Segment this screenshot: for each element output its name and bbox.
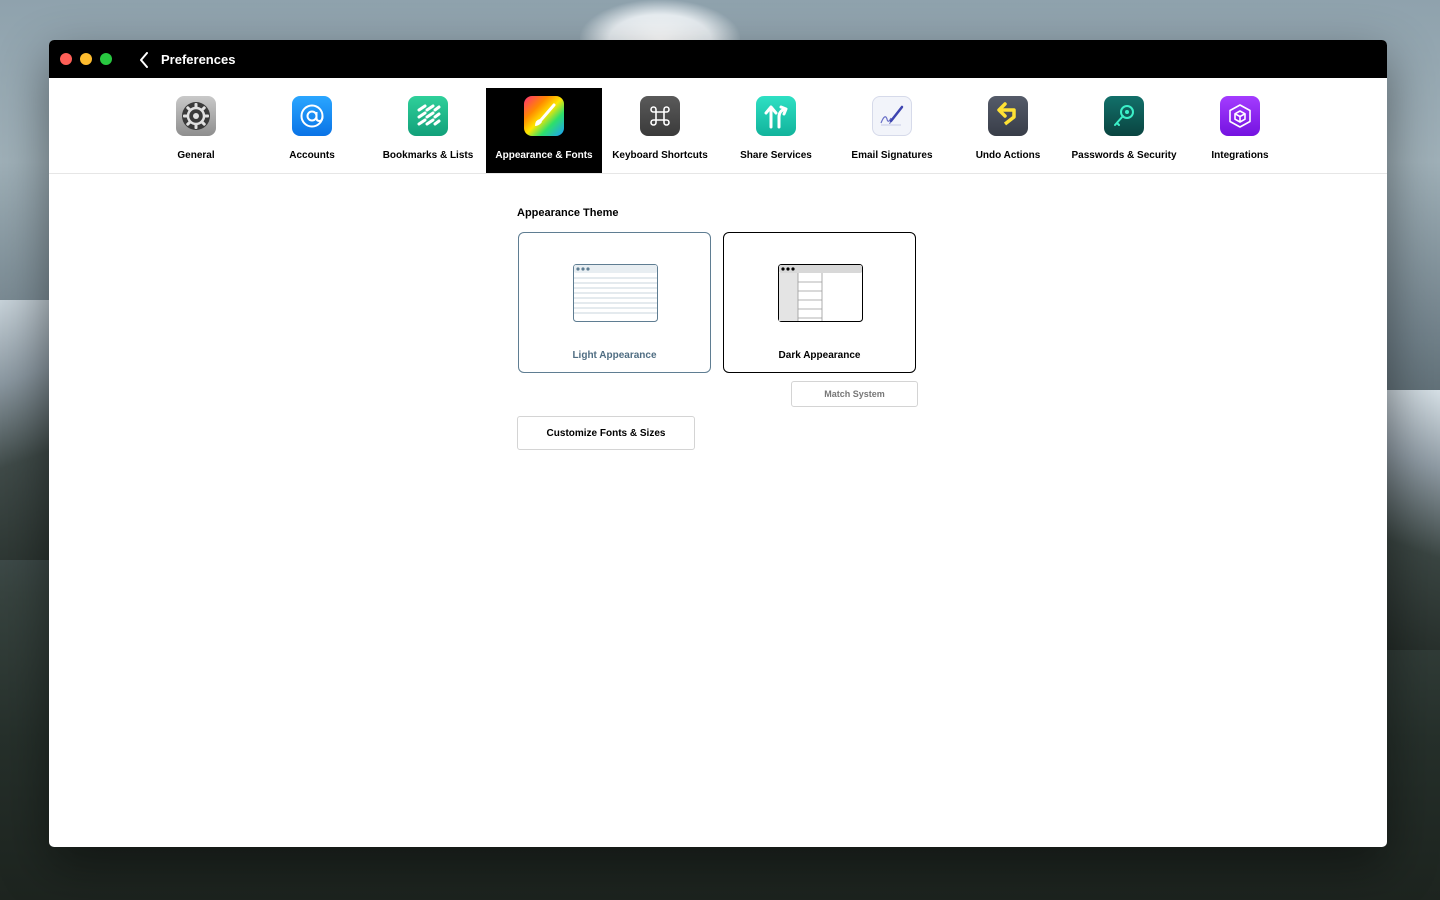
preferences-window: Preferences General Accounts Bookmarks &… (49, 40, 1387, 847)
tab-passwords-security[interactable]: Passwords & Security (1066, 88, 1182, 173)
tab-label: Bookmarks & Lists (382, 150, 474, 161)
tab-label: Appearance & Fonts (495, 150, 593, 161)
back-button[interactable] (133, 49, 155, 71)
tab-label: Undo Actions (975, 150, 1041, 161)
tab-keyboard-shortcuts[interactable]: Keyboard Shortcuts (602, 88, 718, 173)
dark-appearance-label: Dark Appearance (778, 350, 861, 361)
stacked-lines-icon (408, 96, 448, 136)
tab-integrations[interactable]: Integrations (1182, 88, 1298, 173)
appearance-panel: Appearance Theme Light Appearance Dark A… (49, 174, 1387, 847)
close-window-button[interactable] (60, 53, 72, 65)
key-icon (1104, 96, 1144, 136)
tab-label: Accounts (289, 150, 335, 161)
cube-icon (1220, 96, 1260, 136)
tab-appearance-fonts[interactable]: Appearance & Fonts (486, 88, 602, 173)
light-window-preview (573, 264, 658, 322)
tab-label: Passwords & Security (1071, 150, 1177, 161)
tab-accounts[interactable]: Accounts (254, 88, 370, 173)
tab-undo-actions[interactable]: Undo Actions (950, 88, 1066, 173)
tab-label: Keyboard Shortcuts (612, 150, 708, 161)
customize-fonts-button[interactable]: Customize Fonts & Sizes (517, 416, 695, 450)
light-appearance-option[interactable]: Light Appearance (518, 232, 711, 373)
gear-icon (176, 96, 216, 136)
paintbrush-icon (524, 96, 564, 136)
tab-email-signatures[interactable]: Email Signatures (834, 88, 950, 173)
share-arrows-icon (756, 96, 796, 136)
tab-bookmarks-lists[interactable]: Bookmarks & Lists (370, 88, 486, 173)
chevron-left-icon (140, 52, 148, 68)
dark-window-preview (778, 264, 863, 322)
command-key-icon (640, 96, 680, 136)
preferences-toolbar: General Accounts Bookmarks & Lists Appea… (49, 78, 1387, 174)
wallpaper-mountain-right (1380, 390, 1440, 650)
at-sign-icon (292, 96, 332, 136)
dark-appearance-option[interactable]: Dark Appearance (723, 232, 916, 373)
zoom-window-button[interactable] (100, 53, 112, 65)
tab-share-services[interactable]: Share Services (718, 88, 834, 173)
tab-label: Email Signatures (851, 150, 933, 161)
tab-general[interactable]: General (138, 88, 254, 173)
light-appearance-label: Light Appearance (572, 350, 657, 361)
signature-pen-icon (872, 96, 912, 136)
window-title: Preferences (161, 52, 236, 67)
title-bar: Preferences (49, 40, 1387, 78)
tab-label: Share Services (740, 150, 812, 161)
match-system-button[interactable]: Match System (791, 381, 918, 407)
section-title: Appearance Theme (517, 207, 619, 219)
minimize-window-button[interactable] (80, 53, 92, 65)
undo-arrow-icon (988, 96, 1028, 136)
tab-label: General (177, 150, 215, 161)
tab-label: Integrations (1211, 150, 1269, 161)
